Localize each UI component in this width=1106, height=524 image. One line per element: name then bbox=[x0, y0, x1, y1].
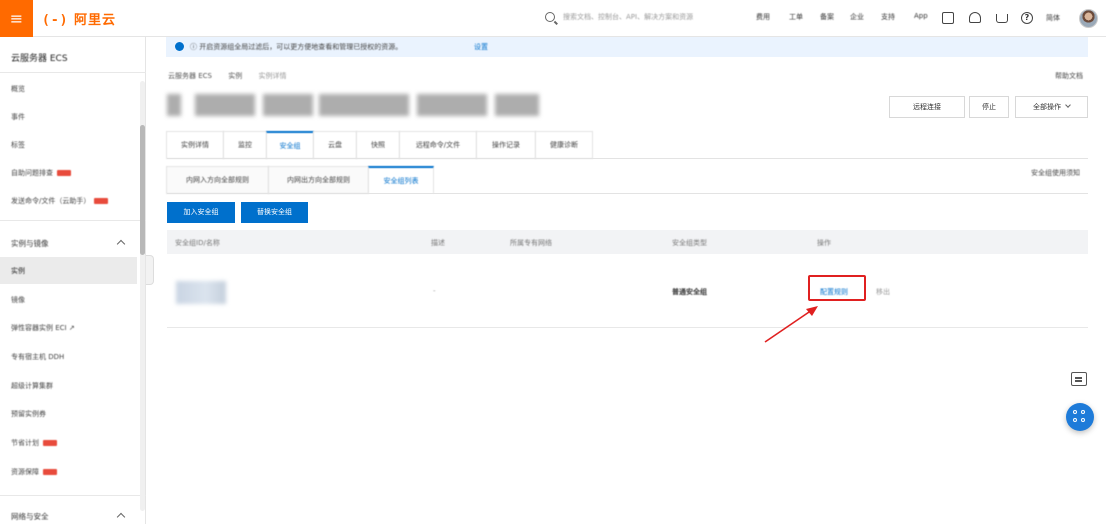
top-navbar: ≡ (-) 阿里云 搜索文档、控制台、API、解决方案和资源 费用 工单 备案 … bbox=[0, 0, 1106, 37]
column-header-description: 描述 bbox=[431, 239, 445, 247]
sidebar-item-cloud-assistant[interactable]: 发送命令/文件（云助手） bbox=[11, 196, 109, 206]
tab-operation-logs[interactable]: 操作记录 bbox=[476, 131, 536, 159]
sidebar-item-overview[interactable]: 概览 bbox=[11, 84, 25, 94]
sidebar-item-tags[interactable]: 标签 bbox=[11, 140, 25, 150]
chevron-up-icon[interactable] bbox=[116, 239, 126, 249]
tab-security-groups[interactable]: 安全组 bbox=[266, 131, 314, 159]
language-switch[interactable]: 简体 bbox=[1046, 13, 1060, 23]
sidebar-item-ddh[interactable]: 专有宿主机 DDH bbox=[11, 352, 64, 362]
chevron-up-icon[interactable] bbox=[116, 512, 126, 522]
sidebar-item-events[interactable]: 事件 bbox=[11, 112, 25, 122]
avatar[interactable] bbox=[1079, 9, 1098, 28]
sidebar-item-label: 节省计划 bbox=[11, 439, 39, 447]
sidebar-item-label: 发送命令/文件（云助手） bbox=[11, 197, 91, 205]
all-actions-label: 全部操作 bbox=[1033, 103, 1061, 111]
new-badge bbox=[57, 170, 71, 176]
logo-bracket: (-) bbox=[42, 13, 69, 28]
breadcrumb-ecs[interactable]: 云服务器 ECS bbox=[168, 72, 212, 80]
tabs-divider bbox=[167, 158, 1088, 159]
join-security-group-button[interactable]: 加入安全组 bbox=[167, 202, 235, 223]
menu-icon[interactable]: ≡ bbox=[0, 0, 33, 37]
sidebar-item-reserved[interactable]: 预留实例券 bbox=[11, 409, 46, 419]
logo-text: 阿里云 bbox=[74, 13, 117, 28]
tab-remote-commands[interactable]: 远程命令/文件 bbox=[399, 131, 477, 159]
annotation-arrow bbox=[764, 306, 818, 343]
table-header: 安全组ID/名称 描述 所属专有网络 安全组类型 操作 bbox=[167, 230, 1088, 254]
nav-ticket[interactable]: 工单 bbox=[789, 12, 803, 22]
remote-connect-button[interactable]: 远程连接 bbox=[889, 96, 965, 118]
search-icon[interactable] bbox=[545, 12, 555, 22]
sidebar-item-images[interactable]: 镜像 bbox=[11, 295, 25, 305]
sidebar-group-instances-images[interactable]: 实例与镜像 bbox=[11, 238, 49, 249]
sidebar-group-network-security[interactable]: 网络与安全 bbox=[11, 511, 49, 522]
tab-health-diagnosis[interactable]: 健康诊断 bbox=[535, 131, 593, 159]
annotation-highlight-box bbox=[808, 275, 866, 301]
new-badge bbox=[43, 469, 57, 475]
sidebar-scroll-thumb[interactable] bbox=[140, 125, 145, 255]
cell-type: 普通安全组 bbox=[672, 288, 707, 296]
breadcrumb-instances[interactable]: 实例 bbox=[228, 72, 242, 80]
sidebar-item-instances[interactable]: 实例 bbox=[11, 266, 25, 276]
column-header-type: 安全组类型 bbox=[672, 239, 707, 247]
help-docs-link[interactable]: 帮助文档 bbox=[1055, 71, 1083, 81]
stop-button[interactable]: 停止 bbox=[969, 96, 1009, 118]
subtab-inbound-rules[interactable]: 内网入方向全部规则 bbox=[166, 166, 269, 194]
breadcrumb: 云服务器 ECS 实例 实例详情 bbox=[168, 71, 300, 81]
nav-enterprise[interactable]: 企业 bbox=[850, 12, 864, 22]
sidebar-item-resource-guarantee[interactable]: 资源保障 bbox=[11, 467, 57, 477]
nav-app[interactable]: App bbox=[914, 12, 928, 20]
tab-monitoring[interactable]: 监控 bbox=[223, 131, 267, 159]
sidebar-collapse-handle[interactable] bbox=[146, 255, 154, 285]
instance-title-redacted bbox=[167, 94, 539, 116]
subtabs-divider bbox=[167, 193, 1088, 194]
subtab-security-group-list[interactable]: 安全组列表 bbox=[368, 166, 434, 194]
sidebar-divider bbox=[0, 495, 146, 496]
notice-text: ⓘ 开启资源组全局过滤后，可以更方便地查看和管理已授权的资源。 bbox=[190, 43, 403, 51]
breadcrumb-current: 实例详情 bbox=[258, 72, 287, 80]
subtab-outbound-rules[interactable]: 内网出方向全部规则 bbox=[268, 166, 369, 194]
new-badge bbox=[43, 440, 57, 446]
sidebar-item-scc[interactable]: 超级计算集群 bbox=[11, 381, 53, 391]
replace-security-group-button[interactable]: 替换安全组 bbox=[241, 202, 308, 223]
global-search[interactable]: 搜索文档、控制台、API、解决方案和资源 bbox=[545, 11, 735, 27]
help-icon[interactable]: ? bbox=[1021, 12, 1033, 24]
sidebar: 云服务器 ECS 概览 事件 标签 自助问题排查 发送命令/文件（云助手） 实例… bbox=[0, 37, 146, 524]
sidebar-title: 云服务器 ECS bbox=[11, 54, 68, 64]
chat-icon[interactable] bbox=[1071, 372, 1087, 386]
info-icon bbox=[175, 42, 184, 51]
column-header-actions: 操作 bbox=[817, 239, 831, 247]
notice-bar: ⓘ 开启资源组全局过滤后，可以更方便地查看和管理已授权的资源。 设置 bbox=[166, 37, 1088, 57]
tab-disks[interactable]: 云盘 bbox=[313, 131, 357, 159]
sidebar-item-label: 资源保障 bbox=[11, 468, 39, 476]
logo[interactable]: (-) 阿里云 bbox=[42, 9, 116, 28]
sidebar-divider bbox=[0, 72, 146, 73]
security-group-id-redacted[interactable] bbox=[176, 281, 226, 304]
table-row: - 普通安全组 配置规则 移出 bbox=[167, 254, 1088, 328]
search-placeholder[interactable]: 搜索文档、控制台、API、解决方案和资源 bbox=[563, 12, 693, 22]
nav-filing[interactable]: 备案 bbox=[820, 12, 834, 22]
column-header-vpc: 所属专有网络 bbox=[510, 239, 552, 247]
sidebar-divider bbox=[0, 220, 146, 221]
security-group-help-link[interactable]: 安全组使用须知 bbox=[1031, 168, 1080, 178]
nav-support[interactable]: 支持 bbox=[881, 12, 895, 22]
sidebar-item-label: 自助问题排查 bbox=[11, 169, 53, 177]
notice-settings-link[interactable]: 设置 bbox=[474, 42, 488, 52]
tab-instance-details[interactable]: 实例详情 bbox=[166, 131, 224, 159]
screen-icon[interactable] bbox=[942, 12, 954, 24]
column-header-id-name: 安全组ID/名称 bbox=[175, 239, 220, 247]
nav-fees[interactable]: 费用 bbox=[756, 12, 770, 22]
chevron-down-icon bbox=[1065, 102, 1071, 108]
sidebar-item-eci[interactable]: 弹性容器实例 ECI ↗ bbox=[11, 323, 75, 333]
sidebar-item-savings-plan[interactable]: 节省计划 bbox=[11, 438, 57, 448]
bell-icon[interactable] bbox=[969, 12, 981, 23]
all-actions-dropdown[interactable]: 全部操作 bbox=[1015, 96, 1088, 118]
new-badge bbox=[94, 198, 109, 204]
cart-icon[interactable] bbox=[996, 14, 1008, 23]
tab-snapshots[interactable]: 快照 bbox=[356, 131, 400, 159]
remove-link[interactable]: 移出 bbox=[876, 287, 890, 297]
apps-icon[interactable] bbox=[1066, 403, 1094, 431]
cell-description: - bbox=[433, 287, 436, 295]
sidebar-item-troubleshoot[interactable]: 自助问题排查 bbox=[11, 168, 71, 178]
